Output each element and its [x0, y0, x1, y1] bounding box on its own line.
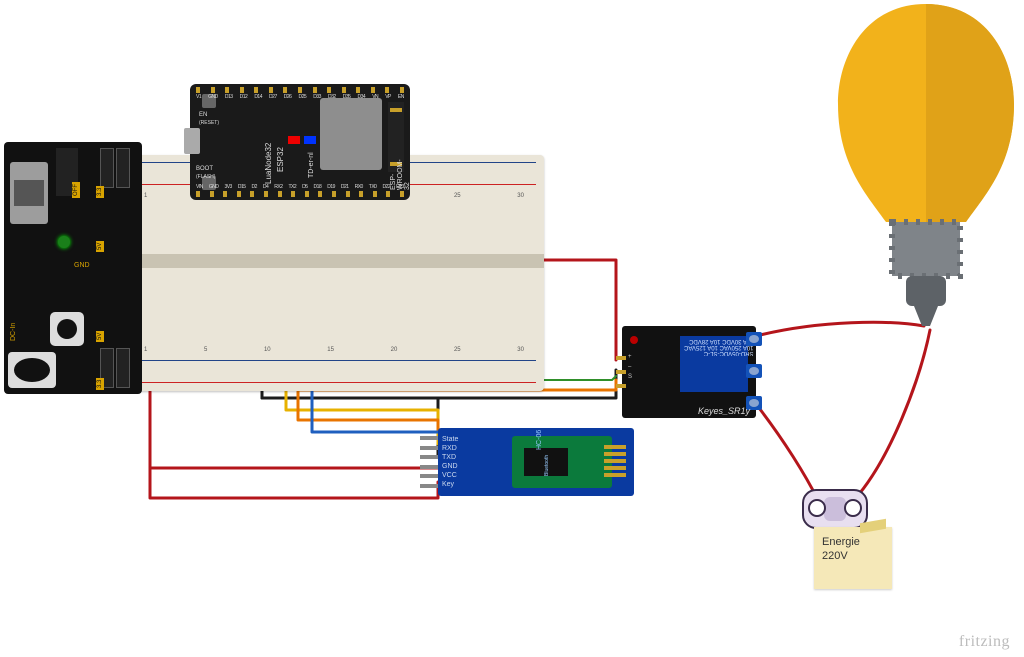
- en-label: EN: [199, 112, 207, 118]
- mains-connector-icon: [802, 489, 868, 529]
- pin-header: [420, 436, 438, 488]
- usb-a-port: [10, 162, 48, 224]
- en-sub: (RESET): [199, 120, 219, 126]
- relay-module: +–S SRD-05VDC-SL-C 10A 250VAC 10A 125VAC…: [622, 326, 756, 418]
- bt-antenna-icon: [604, 442, 626, 482]
- esp32-silk3: TD-er-nl: [308, 152, 315, 178]
- dcin-label: DC-In: [10, 323, 17, 341]
- relay-terminal-no: [746, 332, 762, 346]
- esp32-silk2: ESP32: [276, 147, 285, 172]
- relay-cube-text: SRD-05VDC-SL-C 10A 250VAC 10A 125VAC 10A…: [684, 338, 754, 356]
- pin-labels-top: V1GNDD13D12D14D27D26D25D33D32D35D34VNVPE…: [196, 94, 404, 100]
- gnd-label: GND: [74, 262, 90, 269]
- hc06-bluetooth-module: StateRXDTXDGNDVCCKey HC-06 Bluetooth: [438, 428, 634, 496]
- power-led-icon: [58, 236, 70, 248]
- rf-shield-icon: [320, 98, 382, 170]
- push-button: [50, 312, 84, 346]
- relay-input-header: [616, 356, 626, 388]
- hc06-pin-labels: StateRXDTXDGNDVCCKey: [442, 435, 458, 489]
- fritzing-watermark: fritzing: [959, 633, 1010, 651]
- relay-label: Keyes_SR1y: [698, 406, 750, 416]
- status-leds-icon: [288, 136, 316, 144]
- esp32-board: EN (RESET) BOOT (FLASH) V1GNDD13D12D14D2…: [190, 84, 410, 200]
- esp32-module-label: ESP-WROOM-32: [390, 159, 411, 190]
- relay-led-icon: [630, 336, 638, 344]
- hc06-sub: Bluetooth: [544, 455, 550, 476]
- wiring-diagram: 151015202530 151015202530 3.3 5V OFF 5V …: [0, 0, 1024, 657]
- psu-rail-label: 3.3: [96, 186, 104, 198]
- dc-barrel-jack: [8, 352, 56, 388]
- light-bulb-icon: [836, 4, 1016, 330]
- hc06-name: HC-06: [536, 430, 543, 450]
- note-line2: 220V: [822, 549, 884, 563]
- relay-pin-labels: +–S: [628, 352, 632, 382]
- relay-terminal-com: [746, 364, 762, 378]
- psu-rail-label: 5V: [96, 241, 104, 252]
- boot-label: BOOT: [196, 166, 213, 172]
- psu-rail-label: 5V: [96, 331, 104, 342]
- psu-rail-label: OFF: [72, 182, 80, 198]
- esp32-silk1: LuaNode32: [264, 143, 273, 184]
- pin-row-top: [196, 87, 404, 93]
- boot-sub: (FLASH): [196, 174, 215, 180]
- energy-note: Energie 220V: [814, 527, 892, 589]
- note-line1: Energie: [822, 535, 884, 549]
- pin-row-bottom: [196, 191, 404, 197]
- psu-rail-label: 3.3: [96, 378, 104, 390]
- pin-labels-bottom: VINGND3V3D15D2D4RX2TX2D5D18D19D21RX0TX0D…: [196, 184, 404, 190]
- power-supply-module: 3.3 5V OFF 5V 3.3 DC-In GND: [4, 142, 142, 394]
- micro-usb-port: [184, 128, 200, 154]
